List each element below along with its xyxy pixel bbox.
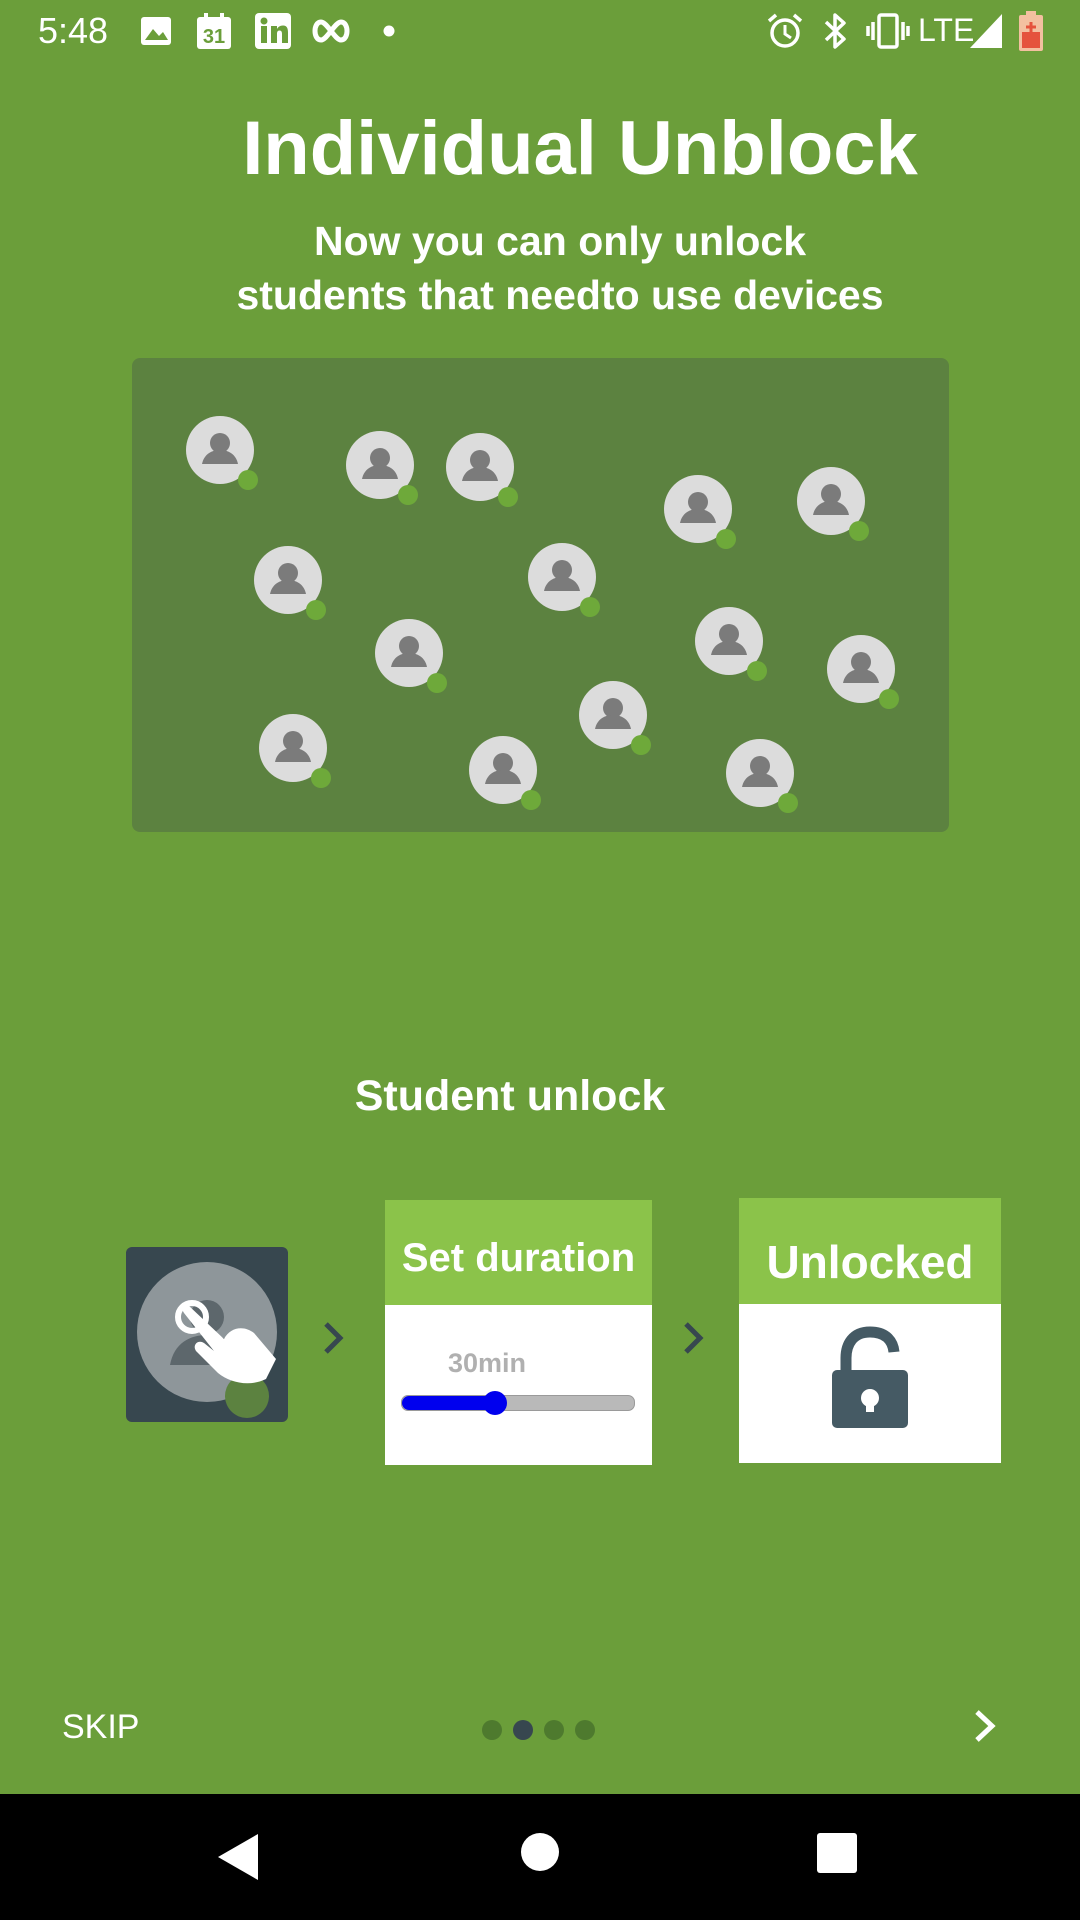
network-type: LTE bbox=[918, 12, 975, 48]
student-avatar bbox=[827, 635, 899, 709]
online-status-dot bbox=[879, 689, 899, 709]
page-subtitle: Now you can only unlock students that ne… bbox=[160, 214, 960, 322]
online-status-dot bbox=[747, 661, 767, 681]
home-icon[interactable] bbox=[520, 1832, 560, 1872]
next-button[interactable] bbox=[968, 1706, 1002, 1746]
system-navigation-bar bbox=[0, 1794, 1080, 1920]
student-avatar bbox=[259, 714, 331, 788]
online-status-dot bbox=[580, 597, 600, 617]
page-dot[interactable] bbox=[482, 1720, 502, 1740]
student-avatar bbox=[446, 433, 518, 507]
infinity-icon bbox=[312, 19, 350, 43]
student-avatar bbox=[726, 739, 798, 813]
duration-slider[interactable] bbox=[401, 1391, 635, 1415]
online-status-dot bbox=[631, 735, 651, 755]
onboarding-screen: 5:48 31 LTE Individual Unblock Now you c… bbox=[0, 0, 1080, 1920]
duration-slider-thumb[interactable] bbox=[482, 1391, 507, 1415]
online-status-dot bbox=[398, 485, 418, 505]
chevron-right-icon bbox=[324, 1322, 344, 1354]
student-avatar bbox=[375, 619, 447, 693]
online-status-dot bbox=[849, 521, 869, 541]
online-status-dot bbox=[311, 768, 331, 788]
student-avatar bbox=[579, 681, 651, 755]
bluetooth-icon bbox=[824, 13, 846, 49]
page-dot[interactable] bbox=[544, 1720, 564, 1740]
duration-value: 30min bbox=[448, 1348, 527, 1378]
battery-icon bbox=[1019, 11, 1043, 51]
linkedin-icon bbox=[255, 13, 291, 49]
student-avatar bbox=[528, 543, 600, 617]
student-avatar bbox=[797, 467, 869, 541]
skip-button[interactable]: SKIP bbox=[62, 1708, 139, 1747]
online-status-dot bbox=[306, 600, 326, 620]
online-status-dot bbox=[778, 793, 798, 813]
set-duration-header: Set duration bbox=[385, 1200, 652, 1305]
student-avatar bbox=[664, 475, 736, 549]
student-avatar bbox=[346, 431, 418, 505]
status-time: 5:48 bbox=[38, 10, 109, 51]
chevron-right-icon bbox=[684, 1322, 704, 1354]
online-status-dot bbox=[498, 487, 518, 507]
online-status-dot bbox=[427, 673, 447, 693]
classroom-panel bbox=[132, 358, 949, 832]
page-title: Individual Unblock bbox=[242, 106, 918, 191]
svg-text:31: 31 bbox=[203, 26, 225, 48]
back-icon[interactable] bbox=[214, 1830, 264, 1884]
recents-icon[interactable] bbox=[816, 1832, 858, 1874]
alarm-icon bbox=[767, 13, 803, 48]
set-duration-card: Set duration bbox=[385, 1200, 652, 1465]
tap-student-icon bbox=[137, 1262, 277, 1418]
calendar-icon: 31 bbox=[197, 13, 231, 49]
page-dot-active[interactable] bbox=[513, 1720, 533, 1740]
online-status-dot bbox=[521, 790, 541, 810]
online-status-dot bbox=[238, 470, 258, 490]
image-icon bbox=[141, 17, 171, 45]
vibrate-icon bbox=[866, 13, 910, 49]
signal-icon bbox=[970, 14, 1002, 48]
student-avatar bbox=[695, 607, 767, 681]
unlocked-header: Unlocked bbox=[739, 1198, 1001, 1304]
page-dot[interactable] bbox=[575, 1720, 595, 1740]
subtitle-line-2: students that needto use devices bbox=[236, 272, 884, 318]
section-title: Student unlock bbox=[354, 1072, 666, 1120]
unlock-icon bbox=[832, 1326, 908, 1428]
student-avatar bbox=[469, 736, 541, 810]
tap-student-step bbox=[126, 1247, 288, 1422]
duration-slider-fill bbox=[402, 1396, 495, 1410]
status-bar: 5:48 31 LTE bbox=[0, 0, 1080, 62]
online-status-dot bbox=[716, 529, 736, 549]
student-avatar bbox=[254, 546, 326, 620]
unlocked-card: Unlocked bbox=[739, 1198, 1001, 1463]
student-avatar bbox=[186, 416, 258, 490]
dot-icon bbox=[383, 25, 395, 37]
subtitle-line-1: Now you can only unlock bbox=[313, 218, 807, 264]
